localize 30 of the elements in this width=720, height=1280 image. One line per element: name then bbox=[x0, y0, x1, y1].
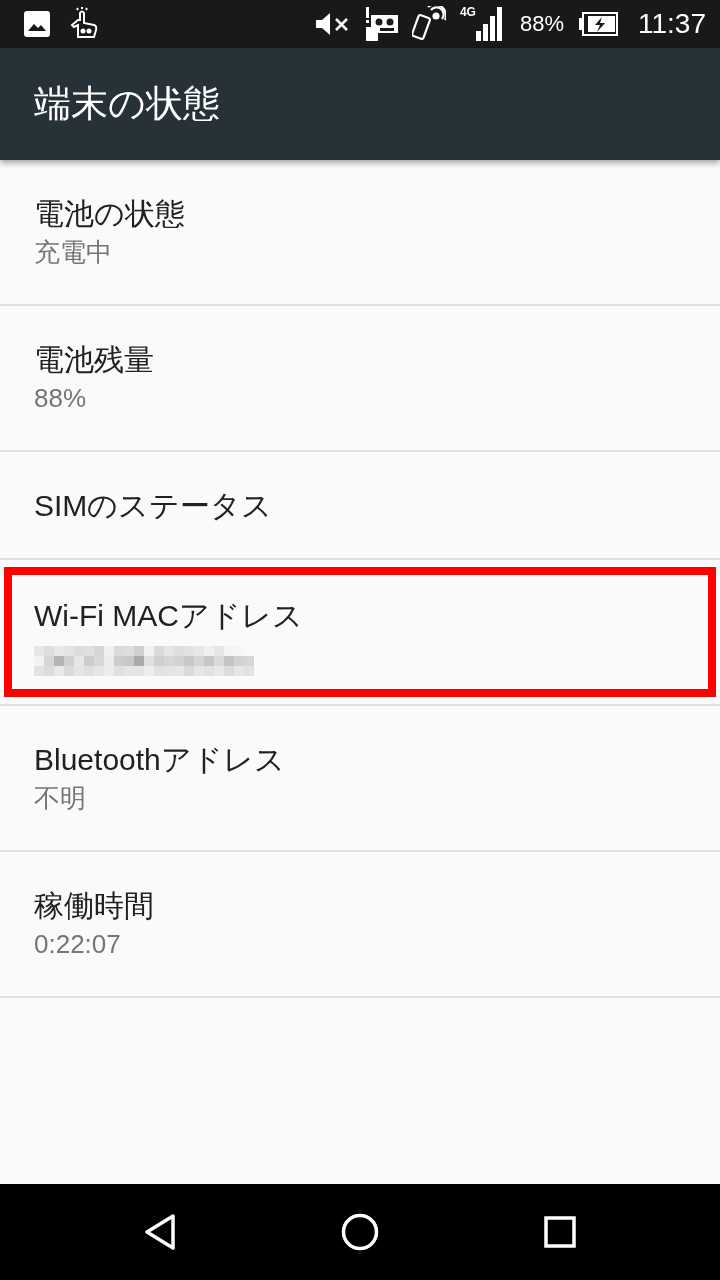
list-item[interactable]: 稼働時間 0:22:07 bbox=[0, 852, 720, 998]
tape-alert-icon bbox=[363, 7, 398, 41]
item-summary: 88% bbox=[34, 382, 88, 415]
item-title: Bluetoothアドレス bbox=[34, 742, 286, 778]
mute-icon bbox=[315, 12, 350, 36]
network-type-label: 4G bbox=[459, 5, 476, 19]
home-icon bbox=[341, 1213, 379, 1251]
list-item[interactable]: 電池残量 88% bbox=[0, 306, 720, 452]
hand-pointing-icon bbox=[68, 7, 100, 41]
item-title: SIMのステータス bbox=[34, 488, 274, 524]
item-summary: 不明 bbox=[34, 782, 87, 815]
item-summary: 充電中 bbox=[34, 236, 113, 269]
clock: 11:37 bbox=[638, 8, 706, 40]
phone-nfc-icon bbox=[411, 6, 446, 42]
image-icon bbox=[24, 11, 50, 37]
signal-icon bbox=[475, 7, 502, 41]
item-title: 稼働時間 bbox=[34, 888, 155, 924]
item-summary: 0:22:07 bbox=[34, 928, 122, 961]
list-item[interactable]: Wi-Fi MACアドレス bbox=[0, 560, 720, 706]
battery-percentage: 88% bbox=[519, 11, 564, 37]
app-bar-title: 端末の状態 bbox=[34, 82, 220, 126]
list-item[interactable]: 電池の状態 充電中 bbox=[0, 160, 720, 306]
battery-charging-icon bbox=[578, 12, 618, 36]
item-title: Wi-Fi MACアドレス bbox=[34, 598, 304, 634]
list-item[interactable]: SIMのステータス bbox=[0, 452, 720, 560]
item-title: 電池残量 bbox=[34, 342, 155, 378]
recents-icon bbox=[544, 1216, 576, 1248]
back-icon bbox=[144, 1214, 176, 1250]
item-title: 電池の状態 bbox=[34, 196, 186, 232]
list-item[interactable]: Bluetoothアドレス 不明 bbox=[0, 706, 720, 852]
